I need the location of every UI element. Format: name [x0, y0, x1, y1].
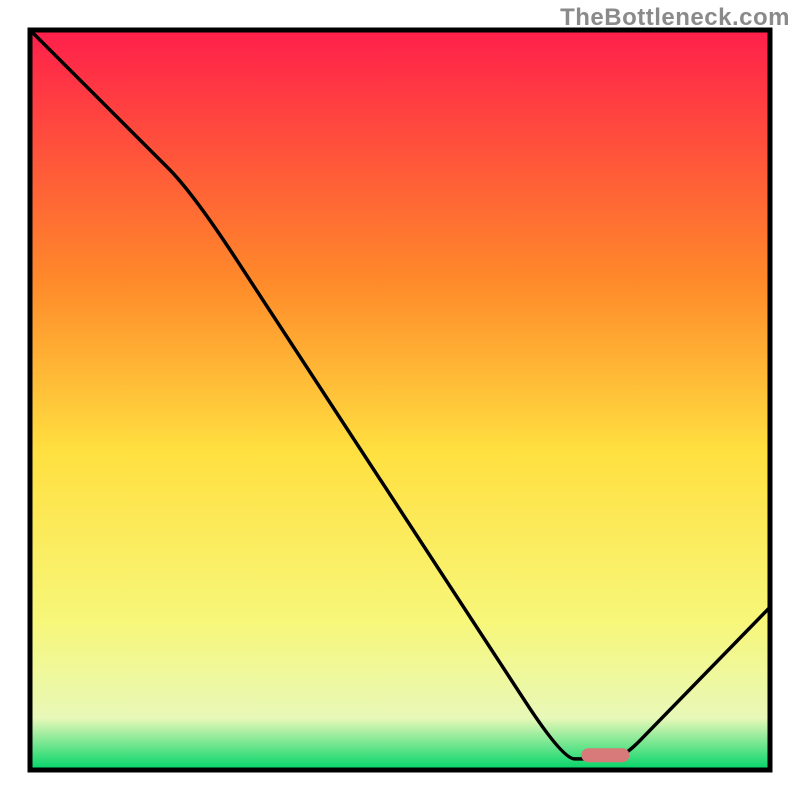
bottleneck-chart — [0, 0, 800, 800]
optimal-range-marker — [581, 748, 629, 762]
watermark-text: TheBottleneck.com — [560, 4, 790, 32]
plot-area — [30, 30, 770, 770]
chart-container: TheBottleneck.com — [0, 0, 800, 800]
